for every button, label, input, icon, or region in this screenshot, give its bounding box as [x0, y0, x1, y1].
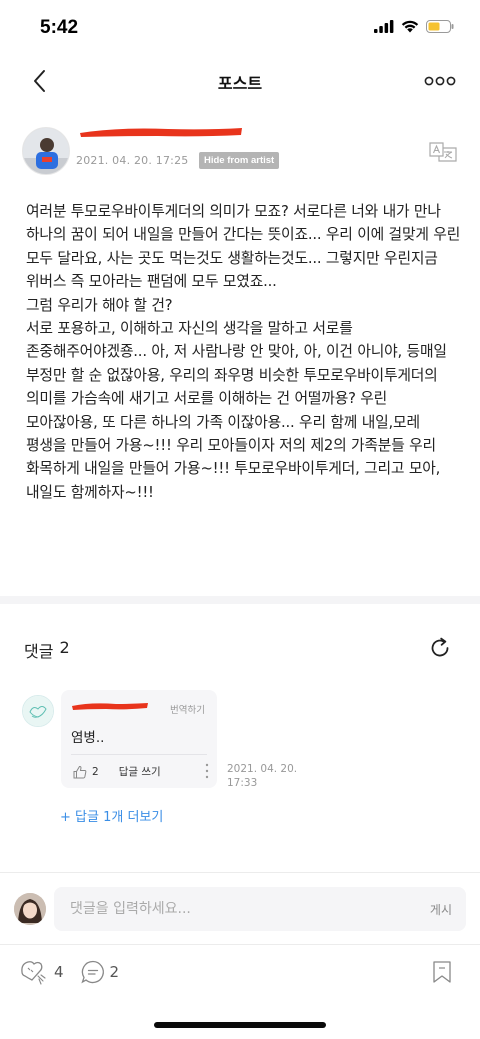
translate-icon[interactable]: [428, 140, 458, 164]
cheer-icon[interactable]: [18, 958, 50, 986]
thumbs-up-icon[interactable]: [73, 765, 87, 779]
nav-bar: 포스트: [0, 56, 480, 106]
comments-label: 댓글: [24, 642, 54, 661]
comment-like-count: 2: [92, 765, 99, 778]
comments-header: 댓글 2: [24, 638, 70, 662]
author-name-redacted: [80, 128, 242, 137]
comment-date: 2021. 04. 20. 17:33: [227, 763, 298, 789]
status-icons: [374, 20, 454, 33]
comment-bubble: 번역하기 염병.. 2 답글 쓰기: [61, 690, 217, 788]
bottom-divider: [0, 944, 480, 945]
author-avatar[interactable]: [22, 127, 70, 175]
comment-actions: 2 답글 쓰기: [73, 764, 161, 779]
reply-button[interactable]: 답글 쓰기: [119, 764, 161, 779]
comment-more-icon[interactable]: [201, 762, 213, 780]
comments-count: 2: [59, 638, 70, 657]
comment-action[interactable]: 2: [80, 959, 120, 985]
commenter-avatar[interactable]: [22, 695, 54, 727]
comment-count: 2: [109, 963, 120, 981]
input-divider: [0, 872, 480, 873]
status-bar: 5:42: [0, 0, 480, 54]
status-time: 5:42: [40, 17, 79, 38]
wifi-icon: [401, 20, 419, 33]
battery-icon: [426, 20, 454, 33]
like-action[interactable]: 4: [18, 958, 64, 986]
more-options-icon[interactable]: [424, 70, 456, 92]
section-divider: [0, 596, 480, 604]
comment-input-container: 게시: [54, 887, 466, 931]
post-comment-button[interactable]: 게시: [430, 901, 452, 918]
like-count: 4: [54, 963, 64, 981]
comment-bubble-icon[interactable]: [80, 959, 106, 985]
comment-divider: [71, 754, 207, 755]
my-avatar[interactable]: [14, 893, 46, 925]
post-header: 2021. 04. 20. 17:25 Hide from artist: [22, 124, 462, 180]
post-body: 여러분 투모로우바이투게더의 의미가 모죠? 서로다른 너와 내가 만나 하나의…: [26, 203, 461, 501]
page-title: 포스트: [217, 74, 263, 93]
signal-icon: [374, 20, 394, 33]
commenter-name-redacted: [72, 703, 148, 710]
comment-translate-button[interactable]: 번역하기: [170, 702, 205, 716]
post-date: 2021. 04. 20. 17:25: [76, 154, 189, 167]
comment-text: 염병..: [71, 730, 105, 746]
bookmark-icon[interactable]: [430, 960, 454, 984]
more-replies-link[interactable]: + 답글 1개 더보기: [60, 806, 163, 825]
bottom-actions: 4 2: [18, 958, 135, 986]
refresh-icon[interactable]: [428, 636, 452, 660]
comment-input[interactable]: [70, 899, 390, 919]
hide-from-artist-badge: Hide from artist: [199, 152, 280, 169]
home-indicator: [154, 1022, 326, 1028]
